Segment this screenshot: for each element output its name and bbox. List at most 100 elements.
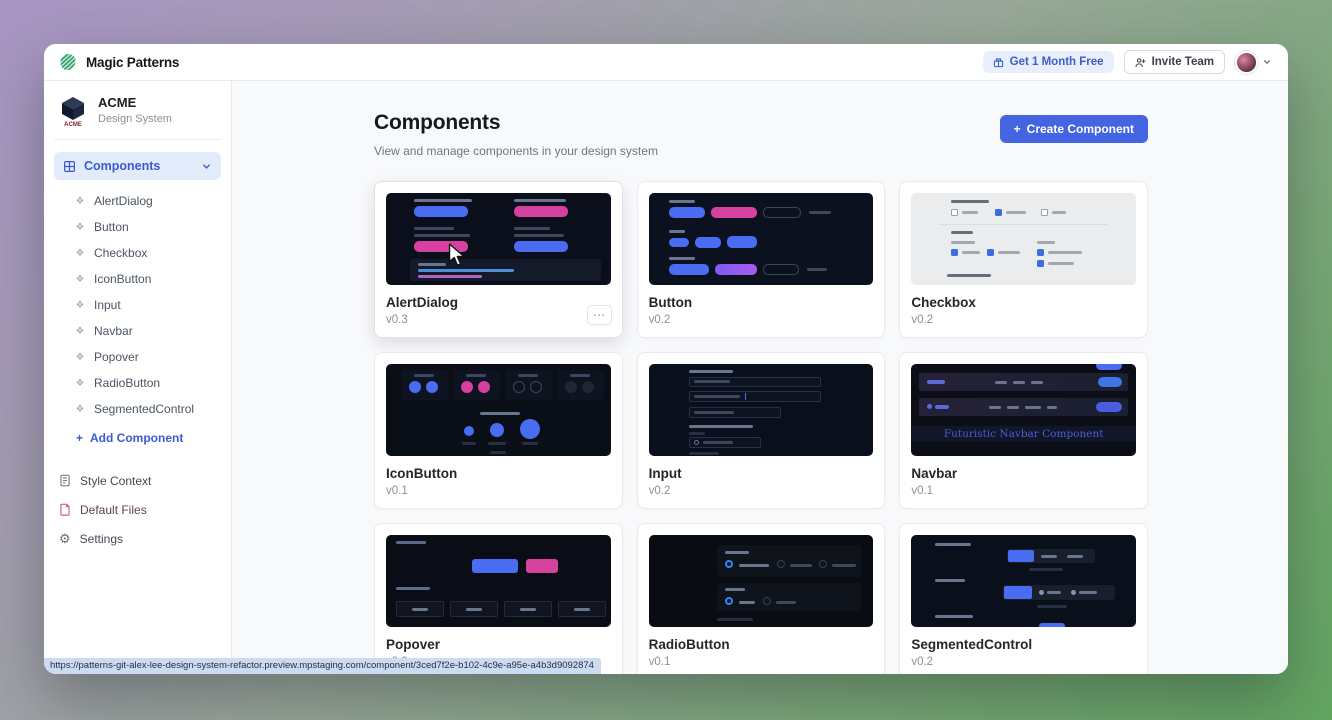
segmentedcontrol-thumbnail <box>911 535 1136 627</box>
decor-bar <box>694 411 734 414</box>
sidebar-item-segmentedcontrol[interactable]: ❖SegmentedControl <box>74 396 221 422</box>
sidebar-item-checkbox[interactable]: ❖Checkbox <box>74 240 221 266</box>
decor-bar <box>669 230 685 233</box>
decor-bar <box>962 251 980 254</box>
component-card-segmentedcontrol[interactable]: SegmentedControl v0.2 <box>899 523 1148 674</box>
decor-bar <box>1031 381 1043 384</box>
decor-bar <box>790 564 812 567</box>
topbar-actions: Get 1 Month Free Invite Team <box>983 50 1272 74</box>
decor-checkbox <box>987 249 994 256</box>
decor-radio <box>763 597 771 605</box>
invite-team-button[interactable]: Invite Team <box>1124 50 1225 74</box>
decor-pill <box>763 207 801 218</box>
decor-radio <box>777 560 785 568</box>
sidebar-item-button[interactable]: ❖Button <box>74 214 221 240</box>
card-more-button[interactable]: ⋯ <box>587 305 612 325</box>
decor-circle <box>409 381 421 393</box>
chevron-down-icon <box>1262 57 1272 67</box>
add-component-button[interactable]: + Add Component <box>54 424 221 452</box>
card-version: v0.2 <box>911 314 1136 326</box>
decor-circle <box>464 426 474 436</box>
sidebar-item-components[interactable]: Components <box>54 152 221 180</box>
decor-bar <box>414 234 470 237</box>
decor-bar <box>776 601 796 604</box>
card-version: v0.2 <box>911 656 1136 668</box>
decor-bar <box>418 269 514 272</box>
decor-pill <box>763 264 799 275</box>
popover-thumbnail <box>386 535 611 627</box>
decor-bar <box>522 442 538 445</box>
decor-bar <box>962 211 978 214</box>
decor-pill <box>727 236 757 248</box>
workspace-switcher[interactable]: ACME ACME Design System <box>54 93 221 140</box>
card-version: v0.2 <box>649 485 874 497</box>
card-name: Navbar <box>911 466 1136 481</box>
sidebar-item-alertdialog[interactable]: ❖AlertDialog <box>74 188 221 214</box>
decor-bar <box>809 211 831 214</box>
decor-logo <box>927 380 945 384</box>
sidebar-item-radiobutton[interactable]: ❖RadioButton <box>74 370 221 396</box>
page-header-text: Components View and manage components in… <box>374 111 658 158</box>
decor-bar <box>396 541 426 544</box>
invite-team-label: Invite Team <box>1152 56 1214 68</box>
sidebar-item-popover[interactable]: ❖Popover <box>74 344 221 370</box>
component-icon: ❖ <box>74 326 86 337</box>
decor-bar <box>514 234 564 237</box>
sidebar: ACME ACME Design System Components <box>44 81 232 674</box>
settings-label: Settings <box>80 532 123 546</box>
decor-pill <box>669 238 689 247</box>
decor-pill <box>715 264 757 275</box>
get-month-free-button[interactable]: Get 1 Month Free <box>983 51 1114 73</box>
decor-pill <box>1096 364 1122 370</box>
button-thumbnail <box>649 193 874 285</box>
decor-circle <box>461 381 473 393</box>
input-thumbnail <box>649 364 874 456</box>
decor-checkbox <box>995 209 1002 216</box>
card-name: RadioButton <box>649 637 874 652</box>
decor-bar <box>514 227 550 230</box>
sidebar-item-label: SegmentedControl <box>94 402 194 416</box>
app-window: Magic Patterns Get 1 Month Free <box>44 44 1288 674</box>
decor-circle <box>478 381 490 393</box>
sidebar-item-default-files[interactable]: Default Files <box>54 495 221 524</box>
decor-bar <box>951 200 989 203</box>
decor-panel <box>717 545 861 577</box>
card-name: Button <box>649 295 874 310</box>
component-icon: ❖ <box>74 196 86 207</box>
components-grid: AlertDialog v0.3 ⋯ <box>374 181 1148 674</box>
decor-pill <box>514 206 568 217</box>
component-card-radiobutton[interactable]: RadioButton v0.1 <box>637 523 886 674</box>
decor-bar <box>412 608 428 611</box>
decor-bar <box>935 543 971 546</box>
sidebar-item-input[interactable]: ❖Input <box>74 292 221 318</box>
sidebar-item-label: Input <box>94 298 121 312</box>
sidebar-item-style-context[interactable]: Style Context <box>54 466 221 495</box>
component-card-button[interactable]: Button v0.2 <box>637 181 886 338</box>
decor-bar <box>935 615 973 618</box>
document-icon <box>59 474 71 487</box>
decor-pill <box>526 559 558 573</box>
decor-bar <box>995 381 1007 384</box>
sidebar-item-settings[interactable]: ⚙ Settings <box>54 524 221 553</box>
component-card-alertdialog[interactable]: AlertDialog v0.3 ⋯ <box>374 181 623 338</box>
gear-icon: ⚙ <box>59 532 71 545</box>
component-card-checkbox[interactable]: Checkbox v0.2 <box>899 181 1148 338</box>
file-icon <box>59 503 71 516</box>
decor-checkbox <box>951 209 958 216</box>
decor-bar <box>574 608 590 611</box>
add-component-label: Add Component <box>90 431 183 445</box>
sidebar-item-iconbutton[interactable]: ❖IconButton <box>74 266 221 292</box>
component-card-iconbutton[interactable]: IconButton v0.1 <box>374 352 623 509</box>
component-card-popover[interactable]: Popover v0.2 <box>374 523 623 674</box>
account-menu[interactable] <box>1235 51 1272 74</box>
decor-bar <box>689 452 719 455</box>
create-component-button[interactable]: + Create Component <box>1000 115 1148 143</box>
decor-bar <box>414 227 454 230</box>
decor-bar <box>1037 605 1067 608</box>
decor-circle <box>513 381 525 393</box>
sidebar-item-navbar[interactable]: ❖Navbar <box>74 318 221 344</box>
component-card-navbar[interactable]: Futuristic Navbar Component Navbar v0.1 <box>899 352 1148 509</box>
decor-bar <box>951 231 973 234</box>
component-card-input[interactable]: Input v0.2 <box>637 352 886 509</box>
decor-bar <box>1041 555 1057 558</box>
